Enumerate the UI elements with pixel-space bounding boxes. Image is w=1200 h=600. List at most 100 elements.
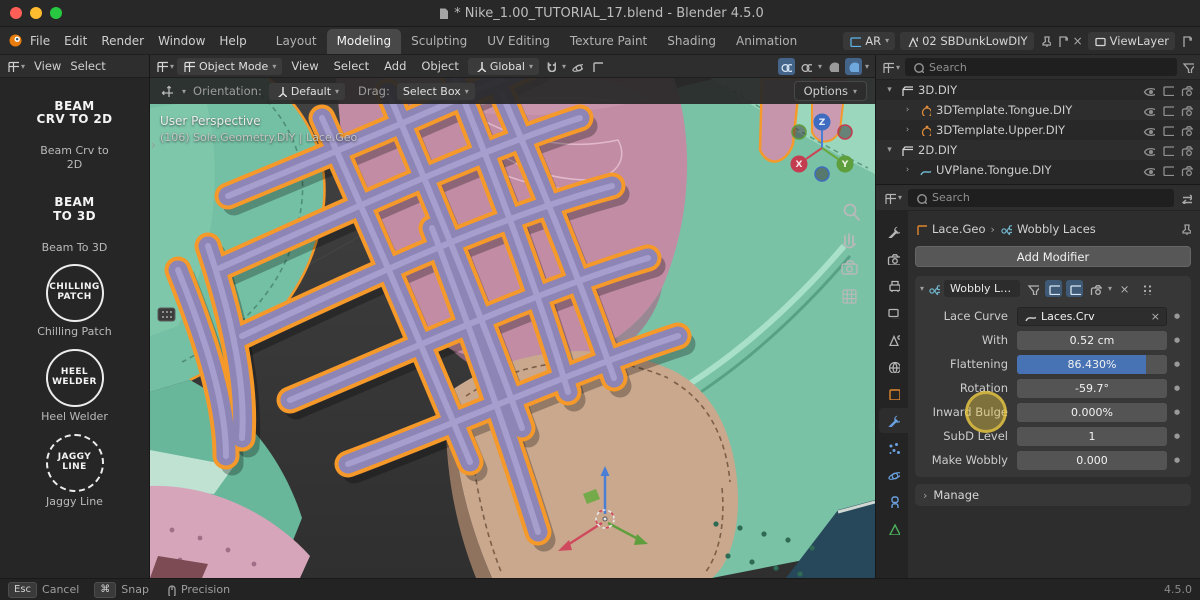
workspace-tab-layout[interactable]: Layout: [266, 29, 327, 54]
proportional-editing-icon[interactable]: [569, 58, 586, 75]
viewport-disable-icon[interactable]: [1162, 124, 1174, 136]
outliner-row-upper[interactable]: › 3DTemplate.Upper.DIY: [876, 120, 1200, 140]
workspace-tab-texture-paint[interactable]: Texture Paint: [560, 29, 657, 54]
editor-type-dropdown[interactable]: ▾: [7, 60, 25, 72]
viewport-disable-icon[interactable]: [1162, 164, 1174, 176]
outliner-row-3d-diy[interactable]: ▾ 3D.DIY: [876, 80, 1200, 100]
drag-mode-dropdown[interactable]: Select Box ▾: [396, 82, 475, 100]
tab-modifiers[interactable]: [879, 408, 908, 433]
delete-scene-icon[interactable]: ×: [1073, 34, 1083, 48]
disclosure-triangle-icon[interactable]: ▾: [884, 85, 895, 95]
decorator-dot-icon[interactable]: ●: [1167, 360, 1187, 368]
hide-eye-icon[interactable]: [1143, 144, 1155, 156]
render-disable-icon[interactable]: [1181, 84, 1193, 96]
mode-dropdown[interactable]: Object Mode ▾: [177, 57, 283, 75]
editor-type-dropdown[interactable]: ▾: [882, 61, 900, 73]
modifier-panel-header[interactable]: ▾ Wobbly La... ▾ ×: [915, 276, 1191, 301]
make-wobbly-value-field[interactable]: 0.000: [1017, 450, 1167, 470]
viewport-disable-icon[interactable]: [1162, 104, 1174, 116]
outliner-search-input[interactable]: Search: [905, 58, 1177, 76]
edit-mode-display-icon[interactable]: [1024, 280, 1041, 297]
tool-heel-welder[interactable]: HEEL WELDER Heel Welder: [4, 349, 145, 424]
hide-eye-icon[interactable]: [1143, 124, 1155, 136]
hide-eye-icon[interactable]: [1143, 104, 1155, 116]
scene-mode-dropdown[interactable]: AR ▾: [843, 31, 896, 50]
clear-pointer-icon[interactable]: ×: [1151, 310, 1160, 323]
menu-file[interactable]: File: [23, 30, 57, 52]
breadcrumb-object[interactable]: Lace.Geo: [932, 222, 986, 236]
pin-scene-icon[interactable]: [1039, 35, 1051, 47]
tab-physics[interactable]: [879, 462, 908, 487]
decorator-dot-icon[interactable]: ●: [1167, 408, 1187, 416]
tab-render[interactable]: [879, 246, 908, 271]
tool-beam-crv-to-2d[interactable]: BEAM CRV TO 2D Beam Crv to 2D: [4, 85, 145, 172]
new-scene-icon[interactable]: [1056, 35, 1068, 47]
workspace-tab-shading[interactable]: Shading: [657, 29, 726, 54]
render-disable-icon[interactable]: [1181, 144, 1193, 156]
xray-toggle-icon[interactable]: [777, 57, 795, 75]
sync-arrows-icon[interactable]: [1180, 192, 1192, 204]
viewport-disable-icon[interactable]: [1162, 84, 1174, 96]
menu-render[interactable]: Render: [94, 30, 151, 52]
tool-jaggy-line[interactable]: JAGGY LINE Jaggy Line: [4, 433, 145, 509]
remove-modifier-icon[interactable]: ×: [1116, 280, 1133, 297]
editor-type-dropdown[interactable]: ▾: [884, 192, 902, 204]
tool-chilling-patch[interactable]: CHILLING PATCH Chilling Patch: [4, 264, 145, 339]
editor-type-dropdown[interactable]: ▾: [156, 60, 174, 72]
active-tool-icon[interactable]: [158, 83, 175, 100]
titlebar[interactable]: * Nike_1.00_TUTORIAL_17.blend - Blender …: [0, 0, 1200, 27]
menu-edit[interactable]: Edit: [57, 30, 94, 52]
snap-magnet-icon[interactable]: [542, 58, 559, 75]
decorator-dot-icon[interactable]: ●: [1167, 384, 1187, 392]
workspace-tab-sculpting[interactable]: Sculpting: [401, 29, 477, 54]
modifier-extras-icon[interactable]: ▾: [1108, 284, 1112, 293]
gizmo-axis-y-neg[interactable]: [791, 124, 807, 140]
transform-orientation-dropdown[interactable]: Global ▾: [467, 57, 539, 75]
outliner-row-uvplane[interactable]: › UVPlane.Tongue.DIY: [876, 160, 1200, 180]
show-overlays-icon[interactable]: [798, 58, 815, 75]
orientation-dropdown[interactable]: Default ▾: [268, 82, 346, 100]
workspace-tab-modeling[interactable]: Modeling: [326, 29, 402, 54]
pivot-point-icon[interactable]: [589, 58, 606, 75]
disclosure-triangle-icon[interactable]: ›: [902, 165, 913, 175]
disclosure-triangle-icon[interactable]: ›: [902, 125, 913, 135]
subd-level-value-field[interactable]: 1: [1017, 426, 1167, 446]
tab-world[interactable]: [879, 354, 908, 379]
drag-handle-icon[interactable]: [1137, 280, 1154, 297]
tab-constraints[interactable]: [879, 489, 908, 514]
view-layer-selector[interactable]: ViewLayer: [1087, 31, 1175, 50]
tool-beam-to-3d[interactable]: BEAM TO 3D Beam To 3D: [4, 182, 145, 255]
manage-subpanel[interactable]: › Manage: [915, 484, 1191, 506]
collapse-panel-icon[interactable]: ▾: [920, 284, 924, 293]
tab-view-layer[interactable]: [879, 300, 908, 325]
outliner-row-2d-diy[interactable]: ▾ 2D.DIY: [876, 140, 1200, 160]
render-disable-icon[interactable]: [1181, 104, 1193, 116]
menu-window[interactable]: Window: [151, 30, 212, 52]
decorator-dot-icon[interactable]: ●: [1167, 456, 1187, 464]
options-dropdown[interactable]: Options ▾: [793, 81, 867, 101]
inward-bulge-value-field[interactable]: 0.000%: [1017, 402, 1167, 422]
render-display-icon[interactable]: [1087, 280, 1104, 297]
viewport-menu-select[interactable]: Select: [328, 57, 375, 75]
disclosure-triangle-icon[interactable]: ▾: [884, 145, 895, 155]
rotation-value-field[interactable]: -59.7°: [1017, 378, 1167, 398]
tab-tool[interactable]: [879, 219, 908, 244]
region-collapse-icon[interactable]: ›: [151, 138, 156, 152]
decorator-dot-icon[interactable]: ●: [1167, 336, 1187, 344]
lace-curve-pointer-field[interactable]: Laces.Crv ×: [1017, 306, 1167, 326]
tab-object[interactable]: [879, 381, 908, 406]
new-view-layer-icon[interactable]: [1180, 35, 1192, 47]
viewport-menu-add[interactable]: Add: [378, 57, 412, 75]
viewport-3d-scene[interactable]: Z X Y: [150, 78, 875, 578]
render-disable-icon[interactable]: [1181, 164, 1193, 176]
gizmo-axis-z-neg[interactable]: [814, 166, 830, 182]
disclosure-triangle-icon[interactable]: ›: [902, 105, 913, 115]
workspace-tab-uv-editing[interactable]: UV Editing: [477, 29, 560, 54]
viewport-misc-icon[interactable]: [157, 307, 176, 322]
breadcrumb-modifier[interactable]: Wobbly Laces: [1017, 222, 1096, 236]
scene-selector[interactable]: 02 SBDunkLowDIY: [900, 31, 1034, 50]
tab-scene[interactable]: [879, 327, 908, 352]
workspace-tab-animation[interactable]: Animation: [726, 29, 807, 54]
hide-eye-icon[interactable]: [1143, 164, 1155, 176]
realtime-display-icon[interactable]: [1045, 280, 1063, 297]
